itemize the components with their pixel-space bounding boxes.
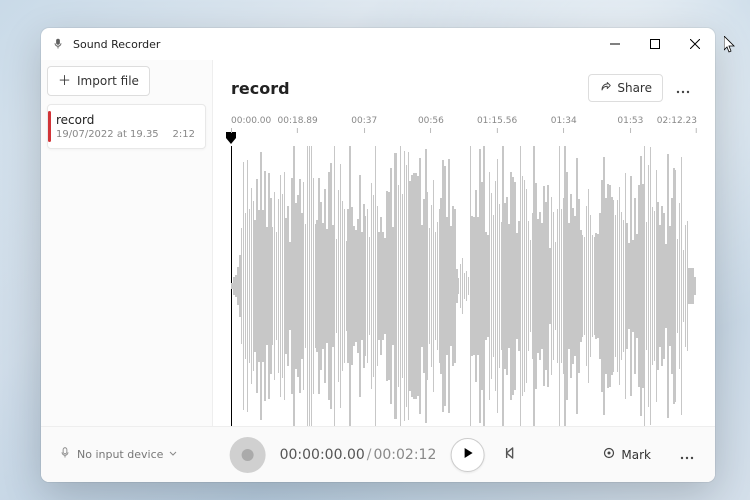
plus-icon: ＋ [58,75,71,88]
rewind-icon [505,445,519,464]
share-label: Share [617,81,652,95]
marker-icon [603,447,615,462]
record-button[interactable] [230,437,266,473]
ruler-tick: 00:18.89 [278,116,318,133]
sound-recorder-window: Sound Recorder ＋ Import file record 19/0… [41,28,715,482]
play-icon [460,445,474,464]
timeline-ruler[interactable]: 00:00.00 00:18.89 00:37 00:56 01:15.56 01:34 0… [231,116,697,142]
chevron-down-icon [169,448,177,461]
record-icon [242,449,254,461]
more-icon [676,79,690,98]
input-device-selector[interactable]: No input device [55,443,181,466]
import-file-button[interactable]: ＋ Import file [47,66,150,96]
footer-more-button[interactable] [673,441,701,469]
mark-button[interactable]: Mark [595,443,659,466]
play-button[interactable] [450,438,484,472]
maximize-button[interactable] [635,28,675,60]
ruler-tick: 01:15.56 [477,116,517,133]
footer-right: Mark [595,441,701,469]
mic-icon [59,447,71,462]
waveform-area[interactable] [231,146,697,426]
rewind-button[interactable] [498,441,526,469]
share-button[interactable]: Share [588,74,663,102]
recording-header: record Share [231,72,697,104]
transport-controls: 00:00:00.00/00:02:12 [230,437,527,473]
mark-label: Mark [621,448,651,462]
titlebar: Sound Recorder [41,28,715,60]
device-label: No input device [77,448,163,461]
recording-title: record [231,79,588,98]
more-button[interactable] [669,74,697,102]
window-title: Sound Recorder [73,38,595,51]
more-icon [680,445,694,464]
import-label: Import file [77,74,139,88]
playhead[interactable] [231,132,236,144]
ruler-tick: 00:56 [418,116,444,133]
recording-duration: 2:12 [173,129,195,140]
recording-item[interactable]: record 19/07/2022 at 19.35 2:12 [47,104,206,149]
recordings-list: record 19/07/2022 at 19.35 2:12 [47,104,206,149]
total-time: 00:02:12 [373,447,436,463]
recording-date: 19/07/2022 at 19.35 [56,129,159,140]
ruler-tick: 02:12.23 [657,116,697,133]
sidebar: ＋ Import file record 19/07/2022 at 19.35… [41,60,213,426]
ruler-tick: 01:53 [617,116,643,133]
ruler-tick: 01:34 [551,116,577,133]
current-time: 00:00:00.00 [280,447,365,463]
minimize-button[interactable] [595,28,635,60]
ruler-tick: 00:37 [351,116,377,133]
waveform [231,146,697,426]
window-controls [595,28,715,60]
ruler-tick: 00:00.00 [231,116,271,133]
recording-name: record [56,113,195,127]
main-pane: record Share 00:00.0000:18. [213,60,715,426]
share-icon [599,81,611,96]
time-display: 00:00:00.00/00:02:12 [280,447,437,463]
footer: No input device 00:00:00.00/00:02:12 [41,426,715,482]
mic-icon [51,37,65,51]
close-button[interactable] [675,28,715,60]
